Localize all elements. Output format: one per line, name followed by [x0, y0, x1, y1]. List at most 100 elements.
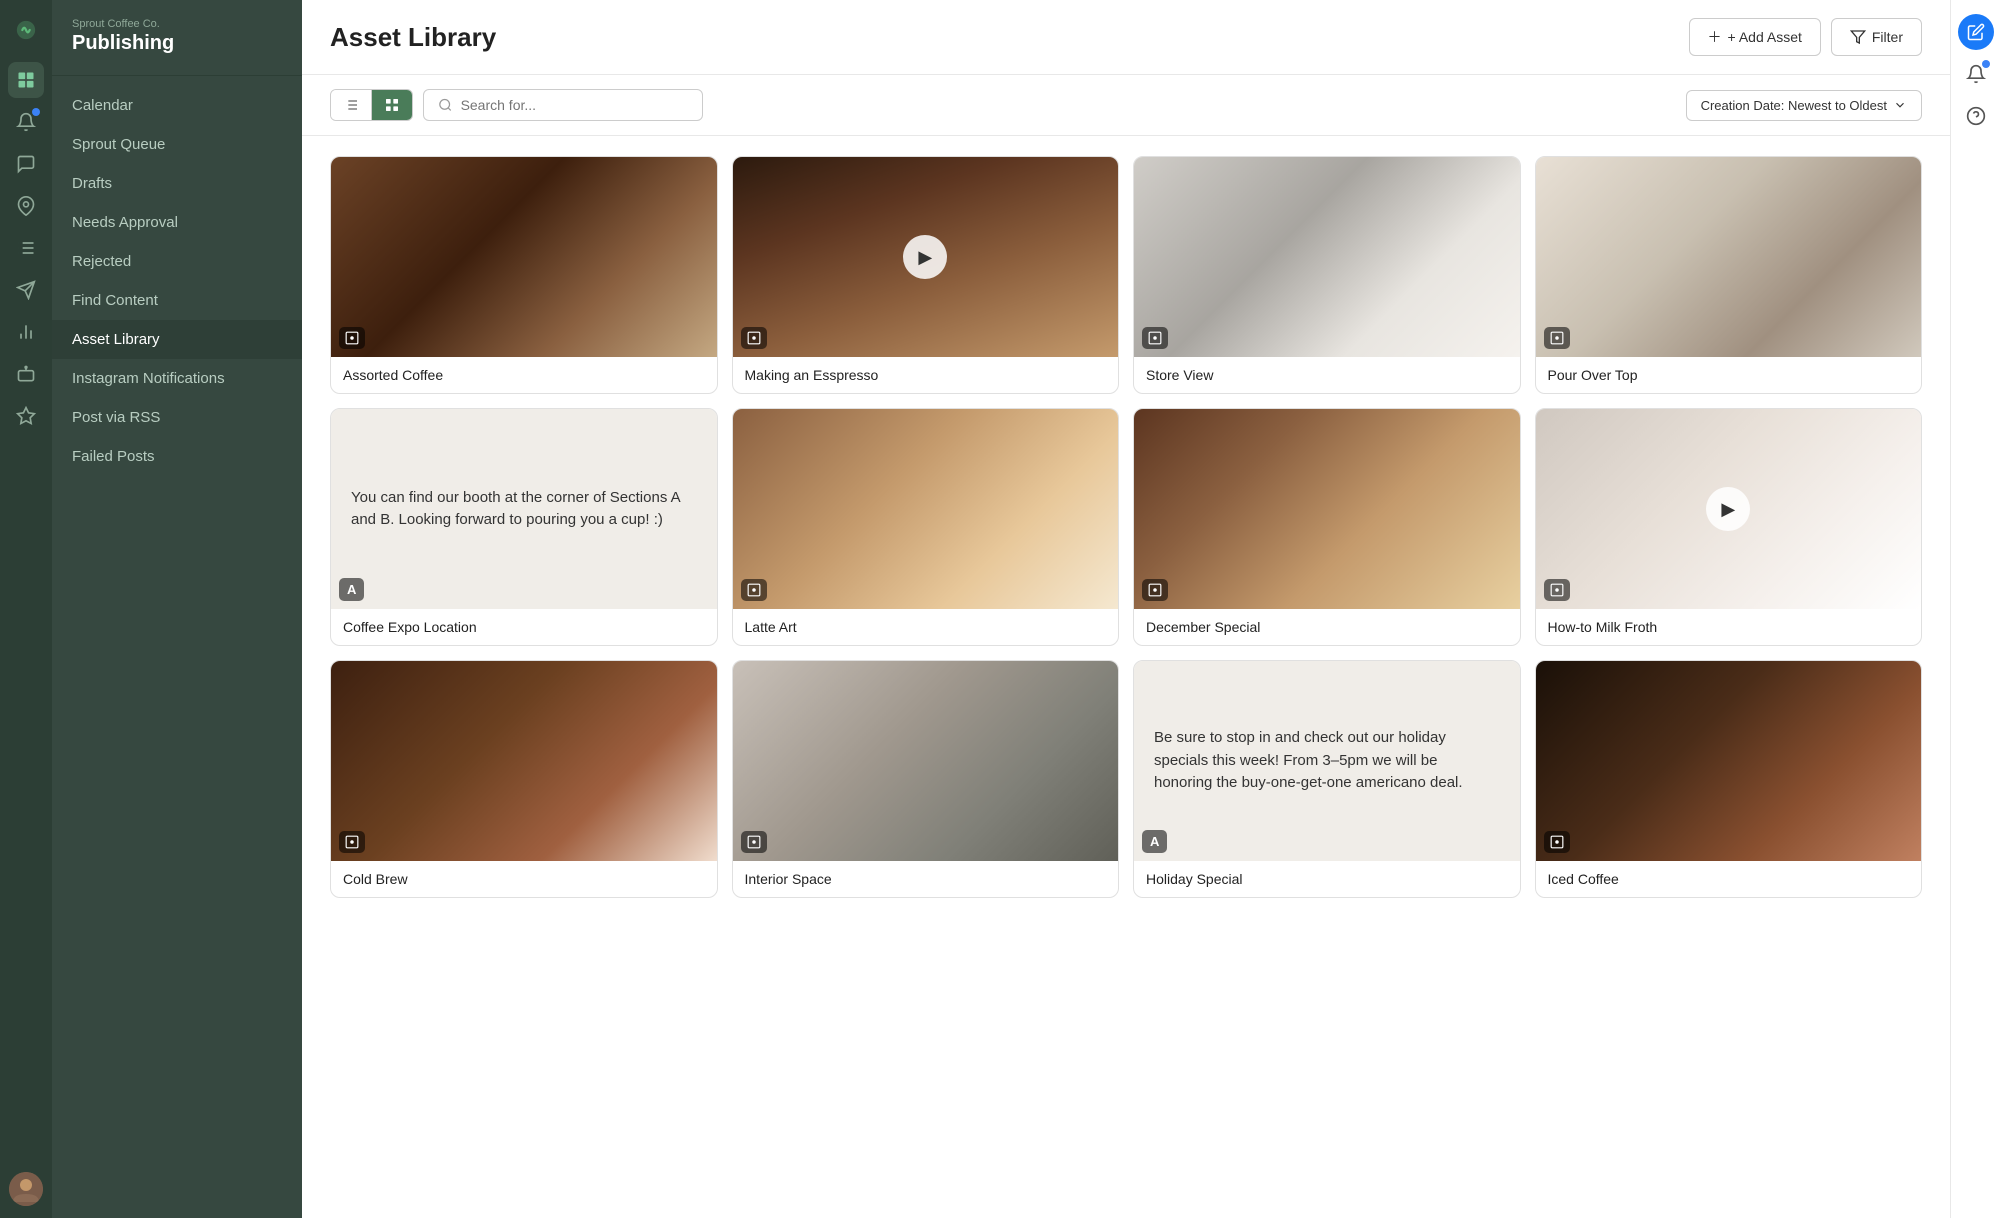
asset-label: Iced Coffee: [1536, 861, 1922, 897]
brand-product: Publishing: [72, 32, 282, 55]
asset-type-text-badge: A: [339, 578, 364, 601]
sidebar-item-drafts[interactable]: Drafts: [52, 164, 302, 203]
main-header: Asset Library ＋ + Add Asset Filter: [302, 0, 1950, 75]
asset-card[interactable]: You can find our booth at the corner of …: [330, 408, 718, 646]
notifications-icon[interactable]: [8, 104, 44, 140]
asset-label: Store View: [1134, 357, 1520, 393]
analytics-icon[interactable]: [8, 314, 44, 350]
asset-type-badge: [1544, 831, 1570, 853]
sidebar: Sprout Coffee Co. Publishing Calendar Sp…: [52, 0, 302, 1218]
sidebar-item-find-content[interactable]: Find Content: [52, 281, 302, 320]
plus-icon: ＋: [1708, 27, 1722, 47]
asset-type-text-badge: A: [1142, 830, 1167, 853]
page-title: Asset Library: [330, 22, 496, 53]
asset-card[interactable]: Iced Coffee: [1535, 660, 1923, 898]
asset-text-content: You can find our booth at the corner of …: [351, 487, 697, 532]
sidebar-item-calendar[interactable]: Calendar: [52, 86, 302, 125]
asset-label: How-to Milk Froth: [1536, 609, 1922, 645]
asset-label: Making an Esspresso: [733, 357, 1119, 393]
send-icon[interactable]: [8, 272, 44, 308]
asset-label: Interior Space: [733, 861, 1119, 897]
asset-type-badge: [1142, 327, 1168, 349]
asset-image: [733, 409, 1119, 609]
sidebar-item-asset-library[interactable]: Asset Library: [52, 320, 302, 359]
asset-grid: Assorted Coffee ▶ Making an Esspresso St…: [302, 136, 1950, 1218]
asset-type-badge: [339, 327, 365, 349]
sidebar-item-post-via-rss[interactable]: Post via RSS: [52, 398, 302, 437]
asset-card[interactable]: ▶ How-to Milk Froth: [1535, 408, 1923, 646]
asset-label: Latte Art: [733, 609, 1119, 645]
asset-card[interactable]: Pour Over Top: [1535, 156, 1923, 394]
grid-container: Assorted Coffee ▶ Making an Esspresso St…: [330, 156, 1922, 898]
asset-card[interactable]: Store View: [1133, 156, 1521, 394]
asset-card[interactable]: December Special: [1133, 408, 1521, 646]
sidebar-item-failed-posts[interactable]: Failed Posts: [52, 437, 302, 476]
chevron-down-icon: [1893, 98, 1907, 112]
icon-rail: [0, 0, 52, 1218]
asset-card[interactable]: ▶ Making an Esspresso: [732, 156, 1120, 394]
asset-type-badge: [1142, 579, 1168, 601]
app-logo-icon[interactable]: [8, 12, 44, 48]
list-view-icon: [343, 97, 359, 113]
asset-image: [1536, 157, 1922, 357]
asset-label: Holiday Special: [1134, 861, 1520, 897]
asset-type-badge: [741, 579, 767, 601]
filter-icon: [1850, 29, 1866, 45]
asset-card[interactable]: Assorted Coffee: [330, 156, 718, 394]
asset-image: [331, 661, 717, 861]
brand-header: Sprout Coffee Co. Publishing: [52, 0, 302, 76]
star-icon[interactable]: [8, 398, 44, 434]
main-content: Asset Library ＋ + Add Asset Filter: [302, 0, 1950, 1218]
asset-label: Pour Over Top: [1536, 357, 1922, 393]
asset-text-content: Be sure to stop in and check out our hol…: [1154, 727, 1500, 795]
sidebar-item-rejected[interactable]: Rejected: [52, 242, 302, 281]
asset-image: [1134, 409, 1520, 609]
brand-company: Sprout Coffee Co.: [72, 18, 282, 30]
asset-card[interactable]: Interior Space: [732, 660, 1120, 898]
sidebar-item-sprout-queue[interactable]: Sprout Queue: [52, 125, 302, 164]
user-avatar[interactable]: [9, 1172, 43, 1206]
search-input[interactable]: [461, 97, 688, 113]
asset-image: [1536, 661, 1922, 861]
search-box[interactable]: [423, 89, 703, 121]
notification-dot-right: [1982, 60, 1990, 68]
asset-label: Assorted Coffee: [331, 357, 717, 393]
asset-image: ▶: [733, 157, 1119, 357]
notifications-right-icon[interactable]: [1958, 56, 1994, 92]
add-asset-button[interactable]: ＋ + Add Asset: [1689, 18, 1821, 56]
list-view-button[interactable]: [331, 90, 372, 120]
asset-type-badge: [1544, 579, 1570, 601]
messages-icon[interactable]: [8, 146, 44, 182]
asset-card[interactable]: Be sure to stop in and check out our hol…: [1133, 660, 1521, 898]
bot-icon[interactable]: [8, 356, 44, 392]
asset-text-area: Be sure to stop in and check out our hol…: [1134, 661, 1520, 861]
filter-button[interactable]: Filter: [1831, 18, 1922, 56]
asset-type-badge: [741, 327, 767, 349]
grid-view-icon: [384, 97, 400, 113]
sidebar-item-needs-approval[interactable]: Needs Approval: [52, 203, 302, 242]
asset-label: December Special: [1134, 609, 1520, 645]
asset-text-area: You can find our booth at the corner of …: [331, 409, 717, 609]
view-toggle: [330, 89, 413, 121]
edit-button[interactable]: [1958, 14, 1994, 50]
play-button: ▶: [903, 235, 947, 279]
asset-image: [331, 157, 717, 357]
help-icon[interactable]: [1958, 98, 1994, 134]
sidebar-nav: Calendar Sprout Queue Drafts Needs Appro…: [52, 76, 302, 1218]
sort-dropdown[interactable]: Creation Date: Newest to Oldest: [1686, 90, 1922, 121]
asset-card[interactable]: Cold Brew: [330, 660, 718, 898]
asset-image: [1134, 157, 1520, 357]
play-button: ▶: [1706, 487, 1750, 531]
grid-view-button[interactable]: [372, 90, 412, 120]
asset-card[interactable]: Latte Art: [732, 408, 1120, 646]
toolbar-left: [330, 89, 703, 121]
right-panel: [1950, 0, 2000, 1218]
list-icon[interactable]: [8, 230, 44, 266]
search-icon: [438, 97, 453, 113]
notification-dot: [32, 108, 40, 116]
asset-label: Cold Brew: [331, 861, 717, 897]
sidebar-item-instagram-notifications[interactable]: Instagram Notifications: [52, 359, 302, 398]
pin-icon[interactable]: [8, 188, 44, 224]
publishing-icon[interactable]: [8, 62, 44, 98]
asset-type-badge: [339, 831, 365, 853]
